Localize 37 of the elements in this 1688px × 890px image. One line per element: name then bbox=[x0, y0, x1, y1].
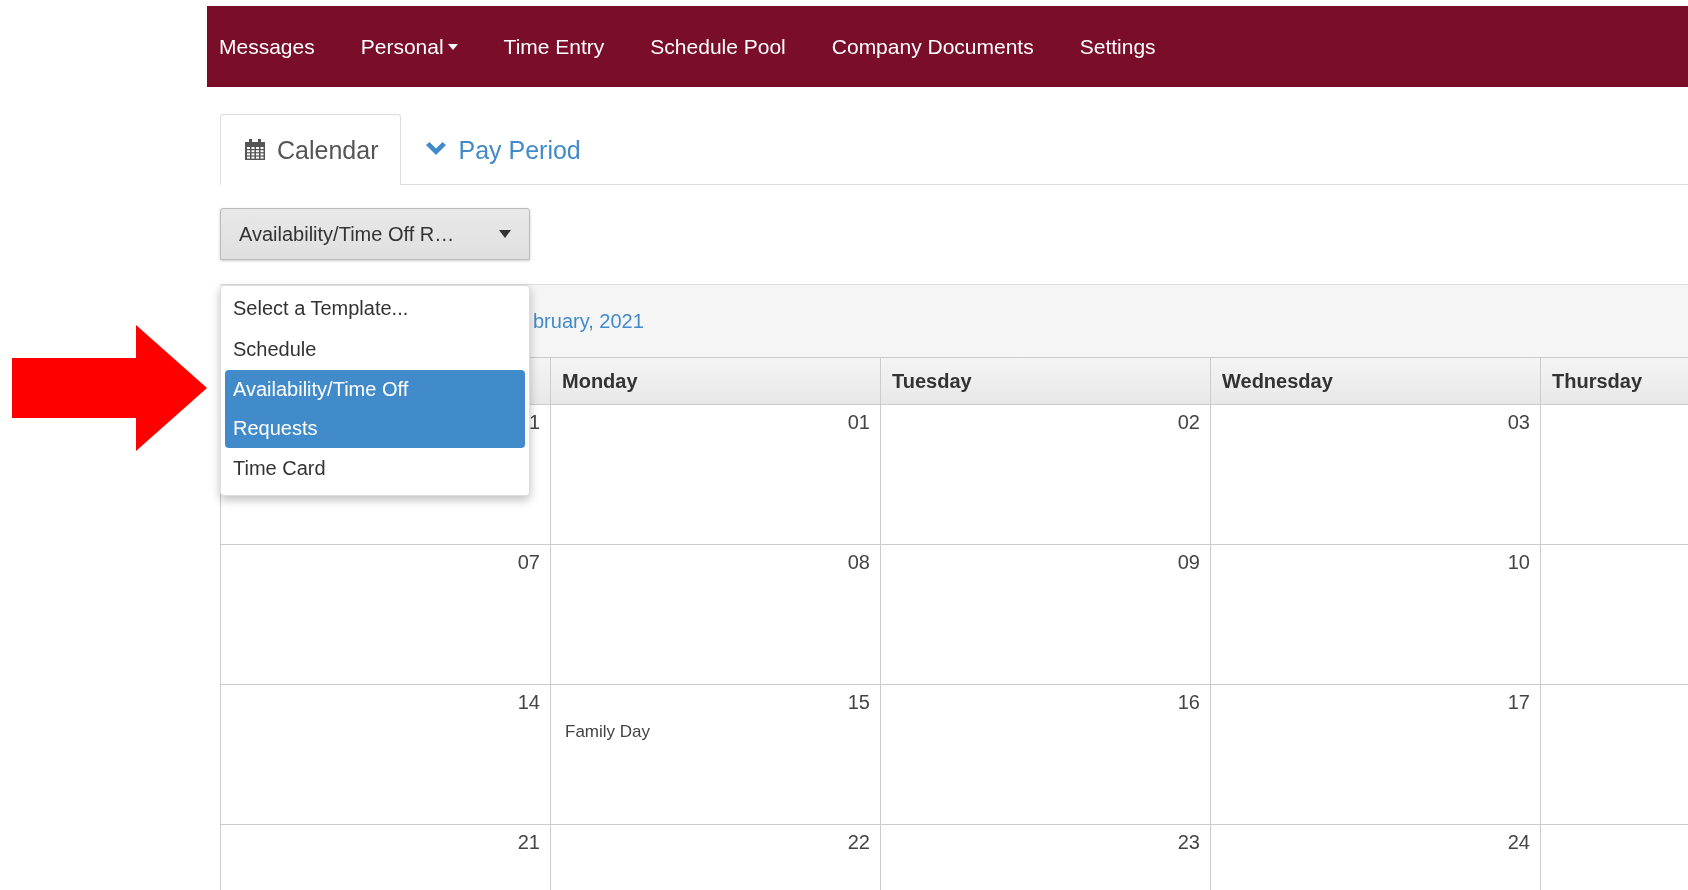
caret-icon bbox=[447, 43, 458, 50]
date-number: 23 bbox=[1177, 831, 1200, 854]
nav-item[interactable]: Schedule Pool bbox=[650, 34, 809, 59]
date-number: 21 bbox=[517, 831, 540, 854]
menu-option[interactable]: Time Card bbox=[225, 448, 525, 489]
event-label[interactable]: Family Day bbox=[561, 722, 650, 742]
menu-option[interactable]: Schedule bbox=[225, 329, 525, 370]
nav-item[interactable]: Messages bbox=[219, 34, 338, 59]
nav-item[interactable]: Company Documents bbox=[831, 34, 1057, 59]
date-number: 09 bbox=[1177, 551, 1200, 574]
date-number: 1 bbox=[528, 411, 540, 434]
tab[interactable]: Pay Period bbox=[401, 114, 604, 185]
caret-icon bbox=[499, 230, 511, 238]
date-number: 02 bbox=[1177, 411, 1200, 434]
column-header: Tuesday bbox=[881, 357, 1211, 405]
template-dropdown[interactable]: Availability/Time Off R… bbox=[220, 208, 530, 260]
date-number: 03 bbox=[1507, 411, 1530, 434]
date-number: 24 bbox=[1507, 831, 1530, 854]
date-number: 15 bbox=[847, 691, 870, 714]
date-number: 16 bbox=[1177, 691, 1200, 714]
column-header: Wednesday bbox=[1211, 357, 1541, 405]
menu-option[interactable]: Select a Template... bbox=[225, 288, 525, 329]
column-header: Monday bbox=[551, 357, 881, 405]
date-number: 01 bbox=[847, 411, 870, 434]
date-number: 14 bbox=[517, 691, 540, 714]
date-number: 10 bbox=[1507, 551, 1530, 574]
column-header: Thursday bbox=[1541, 357, 1688, 405]
menu-option[interactable]: Availability/Time Off Requests bbox=[225, 370, 525, 448]
nav-item[interactable]: Time Entry bbox=[503, 34, 628, 59]
calendar-icon bbox=[243, 138, 267, 162]
tab[interactable]: Calendar bbox=[220, 114, 402, 185]
date-number: 22 bbox=[847, 831, 870, 854]
date-number: 07 bbox=[517, 551, 540, 574]
nav-item[interactable]: Settings bbox=[1079, 34, 1179, 59]
date-number: 17 bbox=[1507, 691, 1530, 714]
nav-item[interactable]: Personal bbox=[360, 34, 481, 59]
date-number: 08 bbox=[847, 551, 870, 574]
